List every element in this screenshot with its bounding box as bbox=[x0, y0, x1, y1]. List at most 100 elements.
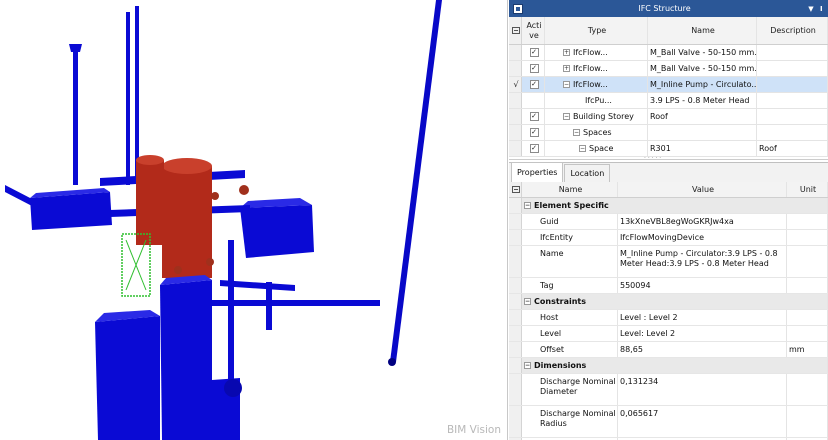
property-value[interactable]: 550094 bbox=[618, 278, 787, 293]
property-value[interactable]: 0,131234 bbox=[618, 374, 787, 405]
property-name: Tag bbox=[522, 278, 618, 293]
tab-properties[interactable]: Properties bbox=[511, 162, 564, 182]
col-description[interactable]: Description bbox=[757, 17, 828, 44]
type-cell[interactable]: IfcPu... bbox=[545, 93, 648, 108]
active-cell[interactable]: ✓ bbox=[522, 109, 545, 124]
active-cell[interactable]: ✓ bbox=[522, 141, 545, 156]
property-value[interactable]: 0,065617 bbox=[618, 406, 787, 437]
equipment-box-center bbox=[160, 280, 212, 440]
dropdown-arrow-icon[interactable]: ▼ bbox=[806, 5, 816, 13]
category-cell[interactable]: − Dimensions bbox=[522, 358, 828, 373]
property-unit bbox=[787, 246, 828, 277]
collapse-icon[interactable]: − bbox=[563, 81, 570, 88]
active-cell[interactable]: ✓ bbox=[522, 61, 545, 76]
active-checkbox[interactable]: ✓ bbox=[529, 128, 539, 137]
active-checkbox[interactable]: ✓ bbox=[529, 48, 539, 57]
type-label: IfcPu... bbox=[585, 96, 612, 105]
active-checkbox[interactable]: ✓ bbox=[529, 144, 539, 153]
property-row[interactable]: Guid 13kXneVBL8egWoGKRJw4xa bbox=[509, 214, 828, 230]
property-value[interactable]: IfcFlowMovingDevice bbox=[618, 230, 787, 245]
collapse-icon[interactable]: − bbox=[563, 113, 570, 120]
property-row[interactable]: Host Level : Level 2 bbox=[509, 310, 828, 326]
property-row[interactable]: Name M_Inline Pump - Circulator:3.9 LPS -… bbox=[509, 246, 828, 278]
row-selector[interactable] bbox=[509, 61, 522, 76]
row-selector[interactable] bbox=[509, 125, 522, 140]
property-value[interactable]: Level : Level 2 bbox=[618, 310, 787, 325]
property-unit bbox=[787, 326, 828, 341]
active-checkbox[interactable]: ✓ bbox=[529, 80, 539, 89]
type-cell[interactable]: − IfcFlow... bbox=[545, 77, 648, 92]
category-cell[interactable]: − Constraints bbox=[522, 294, 828, 309]
type-cell[interactable]: − Spaces bbox=[545, 125, 648, 140]
col-name[interactable]: Name bbox=[648, 17, 757, 44]
expand-icon[interactable]: + bbox=[563, 65, 570, 72]
col-prop-value[interactable]: Value bbox=[618, 182, 787, 197]
collapse-icon[interactable]: − bbox=[524, 298, 531, 305]
3d-viewport[interactable]: BIM Vision bbox=[0, 0, 508, 440]
collapse-icon[interactable]: − bbox=[524, 202, 531, 209]
active-cell[interactable]: ✓ bbox=[522, 125, 545, 140]
structure-row[interactable]: ✓ − Spaces bbox=[509, 125, 828, 141]
property-value[interactable]: Level: Level 2 bbox=[618, 326, 787, 341]
col-type[interactable]: Type bbox=[545, 17, 648, 44]
row-selector[interactable]: √ bbox=[509, 77, 522, 92]
pipe-elbow bbox=[388, 358, 396, 366]
expand-icon[interactable]: + bbox=[563, 49, 570, 56]
red-tank-small bbox=[136, 160, 164, 245]
collapse-icon[interactable]: − bbox=[579, 145, 586, 152]
splitter[interactable]: · · · · · bbox=[509, 156, 828, 162]
property-row[interactable]: Level Level: Level 2 bbox=[509, 326, 828, 342]
prop-options-icon[interactable] bbox=[509, 182, 522, 197]
active-cell[interactable]: ✓ bbox=[522, 77, 545, 92]
active-cell[interactable] bbox=[522, 93, 545, 108]
property-row[interactable]: Tag 550094 bbox=[509, 278, 828, 294]
structure-row[interactable]: √ ✓ − IfcFlow... M_Inline Pump - Circulato..… bbox=[509, 77, 828, 93]
active-checkbox[interactable]: ✓ bbox=[529, 112, 539, 121]
property-category[interactable]: − Dimensions bbox=[509, 358, 828, 374]
structure-row[interactable]: IfcPu... 3.9 LPS - 0.8 Meter Head bbox=[509, 93, 828, 109]
property-rows: − Element Specific Guid 13kXneVBL8egWoGKRJw… bbox=[509, 198, 828, 440]
pin-icon[interactable] bbox=[513, 3, 523, 14]
row-selector[interactable] bbox=[509, 45, 522, 60]
property-row[interactable]: IfcEntity IfcFlowMovingDevice bbox=[509, 230, 828, 246]
property-row[interactable]: Discharge Nominal Diameter 0,131234 bbox=[509, 374, 828, 406]
row-selector[interactable] bbox=[509, 93, 522, 108]
category-cell[interactable]: − Element Specific bbox=[522, 198, 828, 213]
type-cell[interactable]: − Building Storey bbox=[545, 109, 648, 124]
active-cell[interactable]: ✓ bbox=[522, 45, 545, 60]
property-row[interactable]: Offset 88,65 mm bbox=[509, 342, 828, 358]
collapse-icon[interactable]: − bbox=[573, 129, 580, 136]
bim-model-render[interactable] bbox=[0, 0, 508, 440]
property-name: Level bbox=[522, 326, 618, 341]
active-checkbox[interactable]: ✓ bbox=[529, 64, 539, 73]
structure-row[interactable]: ✓ − Building Storey Roof bbox=[509, 109, 828, 125]
structure-row[interactable]: ✓ − Space R301 Roof bbox=[509, 141, 828, 157]
tab-location[interactable]: Location bbox=[564, 164, 611, 182]
structure-row[interactable]: ✓ + IfcFlow... M_Ball Valve - 50-150 mm... bbox=[509, 45, 828, 61]
type-cell[interactable]: + IfcFlow... bbox=[545, 61, 648, 76]
row-selector[interactable] bbox=[509, 141, 522, 156]
property-category[interactable]: − Element Specific bbox=[509, 198, 828, 214]
row-selector[interactable] bbox=[509, 109, 522, 124]
collapse-icon[interactable]: − bbox=[524, 362, 531, 369]
property-value[interactable]: 88,65 bbox=[618, 342, 787, 357]
equipment-box-left bbox=[95, 316, 160, 440]
col-active[interactable]: Acti ve bbox=[522, 17, 545, 44]
property-category[interactable]: − Constraints bbox=[509, 294, 828, 310]
right-basin bbox=[240, 205, 314, 258]
type-cell[interactable]: − Space bbox=[545, 141, 648, 156]
property-value[interactable]: M_Inline Pump - Circulator:3.9 LPS - 0.8… bbox=[618, 246, 787, 277]
row-gutter bbox=[509, 406, 522, 437]
panel-title: IFC Structure bbox=[638, 4, 691, 13]
left-pipe bbox=[5, 185, 34, 206]
property-row[interactable]: Discharge Nominal Radius 0,065617 bbox=[509, 406, 828, 438]
structure-row[interactable]: ✓ + IfcFlow... M_Ball Valve - 50-150 mm... bbox=[509, 61, 828, 77]
grid-options-icon[interactable] bbox=[509, 17, 522, 44]
col-prop-unit[interactable]: Unit bbox=[787, 182, 828, 197]
row-gutter bbox=[509, 214, 522, 229]
name-cell: M_Ball Valve - 50-150 mm... bbox=[648, 45, 757, 60]
col-prop-name[interactable]: Name bbox=[522, 182, 618, 197]
property-value[interactable]: 13kXneVBL8egWoGKRJw4xa bbox=[618, 214, 787, 229]
type-cell[interactable]: + IfcFlow... bbox=[545, 45, 648, 60]
close-icon[interactable]: I bbox=[820, 5, 826, 13]
